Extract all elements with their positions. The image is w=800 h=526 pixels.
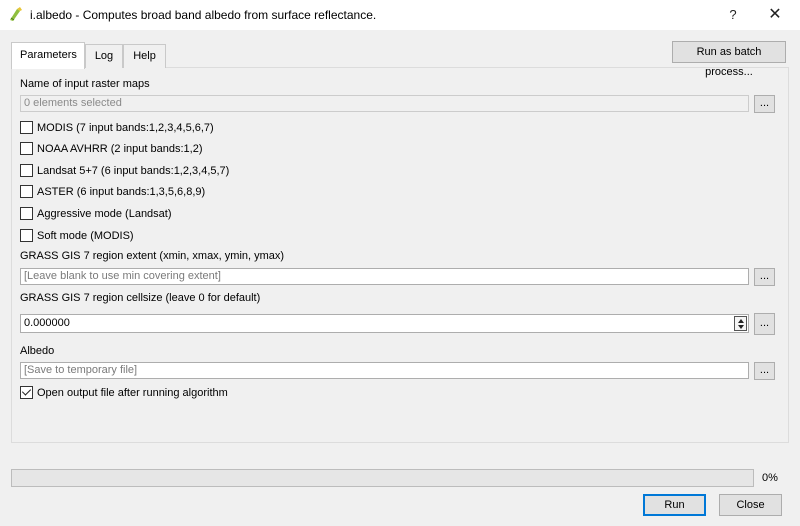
cellsize-spinner[interactable] bbox=[734, 316, 747, 331]
checkbox-label: MODIS (7 input bands:1,2,3,4,5,6,7) bbox=[37, 121, 214, 134]
checkbox-aster[interactable]: ASTER (6 input bands:1,3,5,6,8,9) bbox=[20, 185, 205, 201]
checkbox-label: NOAA AVHRR (2 input bands:1,2) bbox=[37, 142, 203, 155]
close-button[interactable]: Close bbox=[719, 494, 782, 516]
region-extent-input[interactable]: [Leave blank to use min covering extent] bbox=[20, 268, 749, 285]
checkbox-label: ASTER (6 input bands:1,3,5,6,8,9) bbox=[37, 185, 206, 198]
run-as-batch-button[interactable]: Run as batch process... bbox=[672, 41, 786, 78]
checkbox-box[interactable] bbox=[20, 207, 33, 220]
progress-bar bbox=[11, 469, 754, 487]
checkbox-soft-mode[interactable]: Soft mode (MODIS) bbox=[20, 229, 134, 245]
checkmark-icon bbox=[21, 386, 32, 396]
checkbox-landsat[interactable]: Landsat 5+7 (6 input bands:1,2,3,4,5,7) bbox=[20, 164, 229, 180]
checkbox-box[interactable] bbox=[20, 386, 33, 399]
spin-down-icon[interactable] bbox=[738, 325, 744, 329]
cellsize-label: GRASS GIS 7 region cellsize (leave 0 for… bbox=[20, 292, 261, 304]
tab-parameters[interactable]: Parameters bbox=[11, 42, 85, 69]
albedo-label: Albedo bbox=[20, 345, 55, 357]
help-button[interactable]: ? bbox=[718, 4, 748, 26]
checkbox-modis[interactable]: MODIS (7 input bands:1,2,3,4,5,6,7) bbox=[20, 121, 214, 137]
checkbox-label: Open output file after running algorithm bbox=[37, 386, 228, 399]
checkbox-box[interactable] bbox=[20, 185, 33, 198]
checkbox-label: Soft mode (MODIS) bbox=[37, 229, 134, 242]
input-maps-field[interactable]: 0 elements selected bbox=[20, 95, 749, 112]
checkbox-box[interactable] bbox=[20, 164, 33, 177]
checkbox-open-output[interactable]: Open output file after running algorithm bbox=[20, 386, 228, 402]
window-title: i.albedo - Computes broad band albedo fr… bbox=[30, 8, 377, 22]
albedo-output-browse-button[interactable]: ... bbox=[754, 362, 775, 380]
checkbox-box[interactable] bbox=[20, 121, 33, 134]
input-maps-browse-button[interactable]: ... bbox=[754, 95, 775, 113]
checkbox-label: Aggressive mode (Landsat) bbox=[37, 207, 172, 220]
qgis-logo-icon bbox=[10, 7, 22, 21]
checkbox-label: Landsat 5+7 (6 input bands:1,2,3,4,5,7) bbox=[37, 164, 230, 177]
tab-log[interactable]: Log bbox=[85, 44, 123, 68]
progress-percent: 0% bbox=[762, 472, 778, 484]
region-extent-browse-button[interactable]: ... bbox=[754, 268, 775, 286]
close-window-button[interactable]: ✕ bbox=[760, 4, 790, 26]
checkbox-box[interactable] bbox=[20, 229, 33, 242]
cellsize-input[interactable]: 0.000000 bbox=[20, 314, 749, 333]
tab-help[interactable]: Help bbox=[123, 44, 166, 68]
checkbox-noaa-avhrr[interactable]: NOAA AVHRR (2 input bands:1,2) bbox=[20, 142, 203, 158]
run-button[interactable]: Run bbox=[643, 494, 706, 516]
albedo-output-input[interactable]: [Save to temporary file] bbox=[20, 362, 749, 379]
cellsize-browse-button[interactable]: ... bbox=[754, 313, 775, 335]
checkbox-box[interactable] bbox=[20, 142, 33, 155]
region-extent-label: GRASS GIS 7 region extent (xmin, xmax, y… bbox=[20, 250, 285, 262]
checkbox-aggressive-mode[interactable]: Aggressive mode (Landsat) bbox=[20, 207, 172, 223]
title-bar: i.albedo - Computes broad band albedo fr… bbox=[0, 0, 800, 30]
input-maps-label: Name of input raster maps bbox=[20, 78, 150, 90]
spin-up-icon[interactable] bbox=[738, 319, 744, 323]
